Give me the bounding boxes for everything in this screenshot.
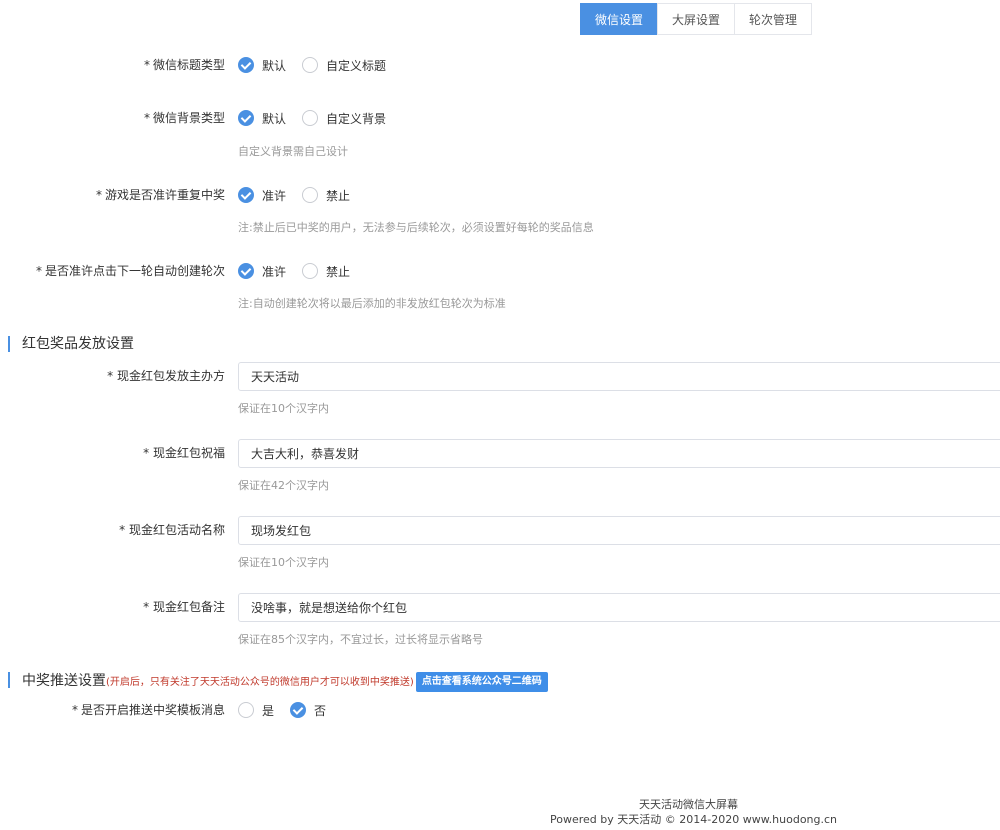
radio-allow-auto-round[interactable]: 准许 [238,263,292,280]
radio-checked-icon [238,187,254,203]
tab-round-management[interactable]: 轮次管理 [734,3,813,35]
radio-checked-icon [238,57,254,73]
radio-unchecked-icon [238,702,254,718]
setting-push-template: * 是否开启推送中奖模板消息 是 否 [0,699,1000,721]
tab-wechat-settings[interactable]: 微信设置 [580,3,659,35]
hint-background: 自定义背景需自己设计 [238,145,348,158]
field-label-sponsor: * 现金红包发放主办方 [107,369,225,383]
setting-wechat-background-type: * 微信背景类型 默认 自定义背景 [0,107,1000,129]
blessing-input[interactable] [238,439,1000,468]
hint-blessing: 保证在42个汉字内 [238,479,329,492]
activity-name-input[interactable] [238,516,1000,545]
section-title-push: 中奖推送设置(开启后，只有关注了天天活动公众号的微信用户才可以收到中奖推送) 点击… [8,672,548,692]
radio-forbid-repeat[interactable]: 禁止 [302,187,356,204]
section-title-redpacket: 红包奖品发放设置 [8,336,134,352]
radio-unchecked-icon [302,110,319,126]
radio-unchecked-icon [302,57,319,73]
sponsor-input[interactable] [238,362,1000,391]
view-qrcode-button[interactable]: 点击查看系统公众号二维码 [415,672,548,692]
radio-unchecked-icon [302,263,319,279]
setting-label: * 微信背景类型 [143,111,225,125]
setting-repeat-winning: * 游戏是否准许重复中奖 准许 禁止 [0,184,1000,206]
remark-input[interactable] [238,593,1000,622]
setting-wechat-title-type: * 微信标题类型 默认 自定义标题 [0,54,1000,76]
push-note: (开启后，只有关注了天天活动公众号的微信用户才可以收到中奖推送) [106,677,414,688]
radio-default-background[interactable]: 默认 [238,110,292,127]
radio-custom-title[interactable]: 自定义标题 [302,57,392,74]
setting-label: * 是否开启推送中奖模板消息 [71,703,225,717]
radio-unchecked-icon [302,187,319,203]
radio-allow-repeat[interactable]: 准许 [238,187,292,204]
settings-tabs: 微信设置 大屏设置 轮次管理 [580,3,813,35]
radio-push-no[interactable]: 否 [290,702,332,719]
footer-title: 天天活动微信大屏幕 [639,798,738,811]
tab-screen-settings[interactable]: 大屏设置 [657,3,736,35]
field-label-blessing: * 现金红包祝福 [143,446,225,460]
footer-copyright: Powered by 天天活动 © 2014-2020 www.huodong.… [550,813,838,826]
radio-checked-icon [290,702,307,718]
radio-forbid-auto-round[interactable]: 禁止 [302,263,356,280]
hint-remark: 保证在85个汉字内，不宜过长，过长将显示省略号 [238,633,483,646]
radio-custom-background[interactable]: 自定义背景 [302,110,392,127]
hint-sponsor: 保证在10个汉字内 [238,402,329,415]
setting-label: * 微信标题类型 [143,58,225,72]
setting-label: * 游戏是否准许重复中奖 [95,188,225,202]
setting-auto-create-round: * 是否准许点击下一轮自动创建轮次 准许 禁止 [0,260,1000,282]
radio-checked-icon [238,110,254,126]
radio-checked-icon [238,263,254,279]
field-label-activity-name: * 现金红包活动名称 [119,523,225,537]
hint-activity-name: 保证在10个汉字内 [238,556,329,569]
setting-label: * 是否准许点击下一轮自动创建轮次 [35,264,225,278]
radio-default-title[interactable]: 默认 [238,57,292,74]
hint-repeat-winning: 注:禁止后已中奖的用户，无法参与后续轮次，必须设置好每轮的奖品信息 [238,221,594,234]
radio-push-yes[interactable]: 是 [238,702,280,719]
field-label-remark: * 现金红包备注 [143,600,225,614]
hint-auto-round: 注:自动创建轮次将以最后添加的非发放红包轮次为标准 [238,297,506,310]
